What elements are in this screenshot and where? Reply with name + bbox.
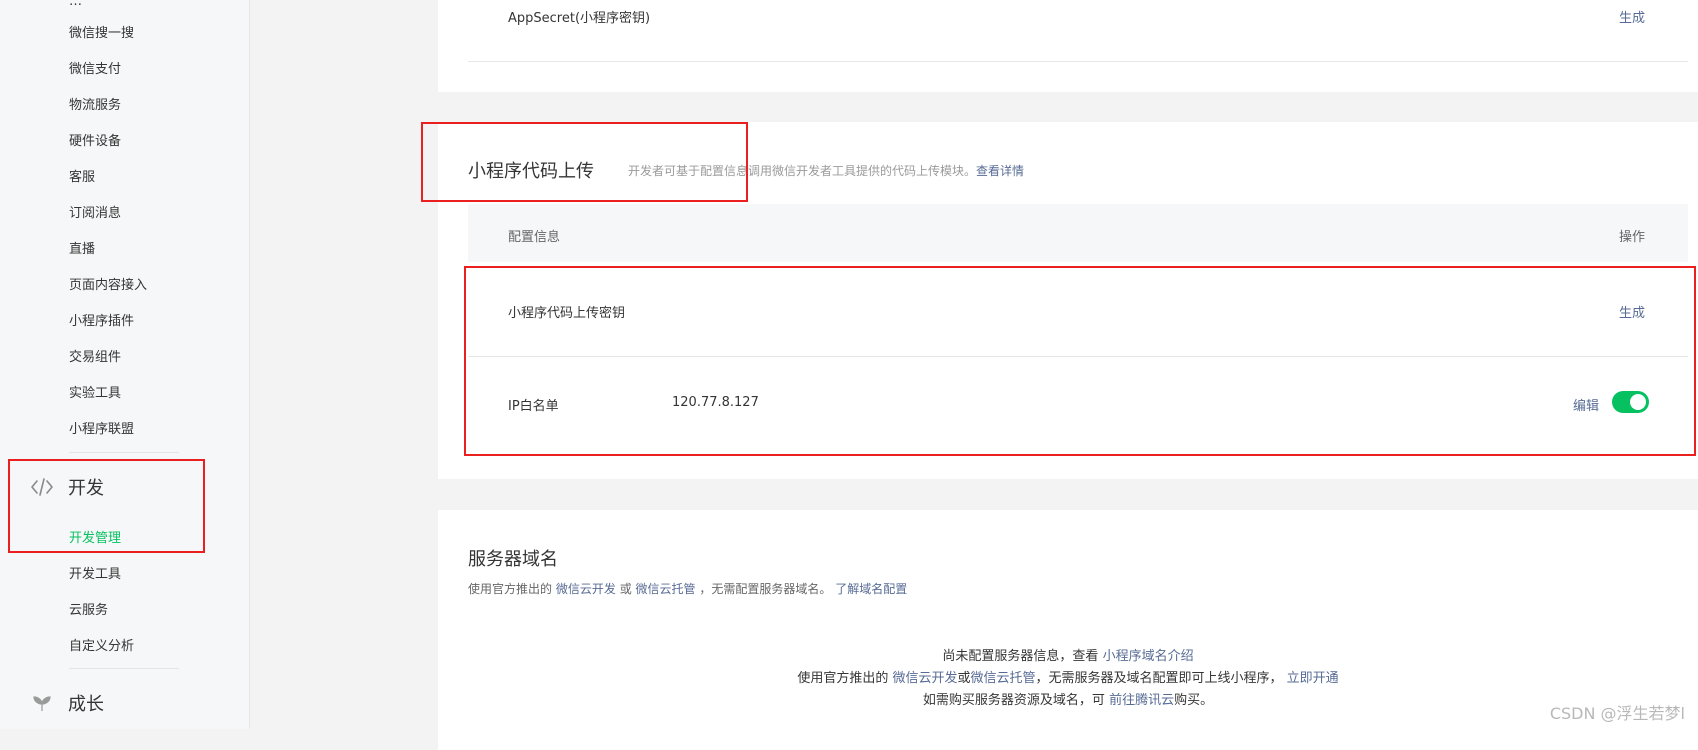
sidebar-item-subscribe-message[interactable]: 订阅消息 [69,202,121,221]
empty-cloud-hosting-link[interactable]: 微信云托管 [971,671,1036,686]
empty-line2-or: 或 [957,671,971,686]
sidebar-item-hardware[interactable]: 硬件设备 [69,130,121,149]
sprout-icon [30,691,54,715]
empty-line3-suffix: 购买。 [1174,693,1214,708]
wechat-cloud-dev-link[interactable]: 微信云开发 [556,582,616,596]
tencent-cloud-link[interactable]: 前往腾讯云 [1109,693,1174,708]
sidebar-divider [69,668,179,669]
activate-now-link[interactable]: 立即开通 [1287,671,1339,686]
sidebar-item-wechat-pay[interactable]: 微信支付 [69,58,121,77]
sidebar-item-dev-tools[interactable]: 开发工具 [69,563,121,582]
server-domain-desc-or: 或 [619,582,632,596]
empty-state-line-3: 如需购买服务器资源及域名，可 前往腾讯云购买。 [438,689,1698,708]
sidebar-item-cloud-service[interactable]: 云服务 [69,599,108,618]
empty-cloud-dev-link[interactable]: 微信云开发 [892,671,957,686]
empty-line2-mid: ，无需服务器及域名配置即可上线小程序， [1035,671,1283,686]
empty-line3-prefix: 如需购买服务器资源及域名，可 [922,693,1105,708]
sidebar-section-grow[interactable]: 成长 [30,690,104,716]
empty-state-line-2: 使用官方推出的 微信云开发或微信云托管，无需服务器及域名配置即可上线小程序， 立… [438,667,1698,686]
sidebar: … 微信搜一搜 微信支付 物流服务 硬件设备 客服 订阅消息 直播 页面内容接入… [0,0,250,729]
sidebar-item-plugin[interactable]: 小程序插件 [69,310,134,329]
sidebar-divider [69,452,179,453]
empty-state-line-1: 尚未配置服务器信息，查看 小程序域名介绍 [438,645,1698,664]
annotation-box-rows [464,266,1696,456]
col-config-header: 配置信息 [508,230,561,245]
sidebar-item-alliance[interactable]: 小程序联盟 [69,418,134,437]
domain-config-link[interactable]: 了解域名配置 [835,582,907,596]
appsecret-generate-link[interactable]: 生成 [1619,7,1645,26]
server-domain-desc: 使用官方推出的 微信云开发 或 微信云托管 ，无需配置服务器域名。 了解域名配置 [468,580,907,597]
sidebar-item-live[interactable]: 直播 [69,238,95,257]
empty-line2-prefix: 使用官方推出的 [797,671,889,686]
sidebar-item-customer-service[interactable]: 客服 [69,166,95,185]
sidebar-item-wechat-search[interactable]: 微信搜一搜 [69,22,134,41]
server-domain-desc-suffix: ，无需配置服务器域名。 [699,582,832,596]
code-upload-detail-link[interactable]: 查看详情 [976,164,1024,178]
appsecret-label: AppSecret(小程序密钥) [508,11,651,26]
sidebar-item-trade-component[interactable]: 交易组件 [69,346,121,365]
sidebar-item-cut[interactable]: … [69,0,82,9]
watermark: CSDN @浮生若梦l [1549,704,1685,723]
wechat-cloud-hosting-link[interactable]: 微信云托管 [636,582,696,596]
sidebar-item-custom-analysis[interactable]: 自定义分析 [69,635,134,654]
divider [468,61,1688,62]
server-domain-desc-prefix: 使用官方推出的 [468,582,553,596]
col-action-header: 操作 [1619,230,1646,245]
server-domain-card [438,510,1698,750]
sidebar-section-grow-label: 成长 [68,694,104,715]
empty-line1-prefix: 尚未配置服务器信息，查看 [942,649,1099,664]
server-domain-title: 服务器域名 [468,549,558,570]
domain-intro-link[interactable]: 小程序域名介绍 [1103,649,1194,664]
annotation-box-title [421,122,748,202]
sidebar-item-page-content[interactable]: 页面内容接入 [69,274,147,293]
annotation-box-dev [8,459,205,553]
config-table-header [468,204,1688,262]
sidebar-item-logistics[interactable]: 物流服务 [69,94,121,113]
sidebar-item-lab-tools[interactable]: 实验工具 [69,382,121,401]
